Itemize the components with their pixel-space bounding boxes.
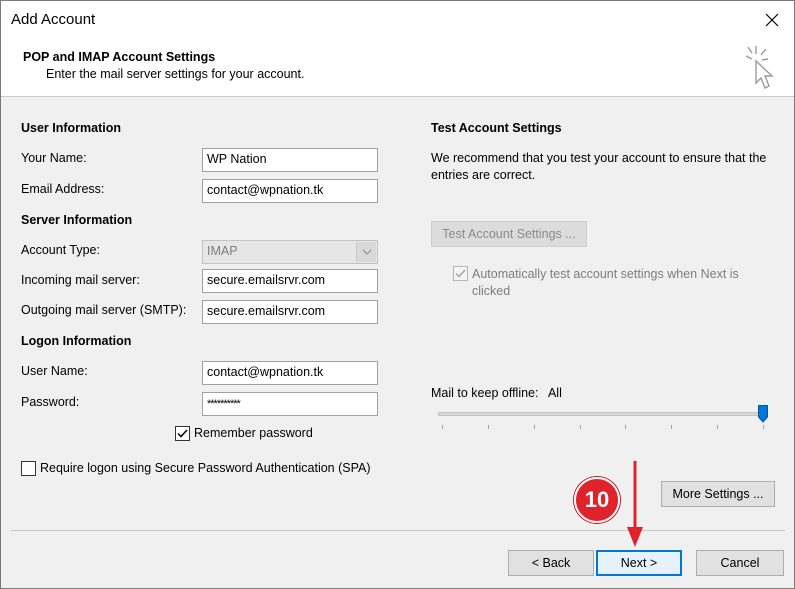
- user-info-heading: User Information: [21, 121, 122, 135]
- outgoing-server-field[interactable]: secure.emailsrvr.com: [202, 300, 378, 324]
- logon-info-heading: Logon Information: [21, 334, 132, 348]
- username-label: User Name:: [21, 364, 88, 378]
- cancel-button[interactable]: Cancel: [696, 550, 784, 576]
- slider-tick: [533, 425, 535, 429]
- account-type-select: IMAP: [202, 240, 378, 264]
- click-cursor-icon: [745, 46, 774, 89]
- test-settings-description: We recommend that you test your account …: [431, 151, 767, 182]
- remember-password-checkbox[interactable]: [175, 426, 190, 441]
- spa-checkbox[interactable]: [21, 461, 36, 476]
- checkmark-icon: [455, 269, 466, 278]
- slider-tick: [717, 425, 719, 429]
- password-field[interactable]: **********: [202, 392, 378, 416]
- username-field[interactable]: contact@wpnation.tk: [202, 361, 378, 385]
- mail-offline-slider-thumb[interactable]: [758, 405, 768, 423]
- incoming-server-field[interactable]: secure.emailsrvr.com: [202, 269, 378, 293]
- mail-offline-label: Mail to keep offline: All: [431, 386, 562, 400]
- email-field[interactable]: contact@wpnation.tk: [202, 179, 378, 203]
- auto-test-label: Automatically test account settings when…: [472, 267, 739, 298]
- account-type-label: Account Type:: [21, 243, 100, 257]
- back-button[interactable]: < Back: [508, 550, 594, 576]
- step-number-badge: 10: [574, 477, 620, 523]
- window-title: Add Account: [11, 11, 96, 28]
- add-account-dialog: Add Account POP and IMAP Account Setting…: [0, 0, 795, 589]
- slider-tick: [579, 425, 581, 429]
- slider-tick: [487, 425, 489, 429]
- account-type-value: IMAP: [207, 244, 238, 258]
- your-name-label: Your Name:: [21, 151, 87, 165]
- password-label: Password:: [21, 395, 80, 409]
- dialog-header: POP and IMAP Account Settings Enter the …: [1, 39, 794, 97]
- spa-label: Require logon using Secure Password Auth…: [40, 461, 371, 475]
- next-button[interactable]: Next >: [596, 550, 682, 576]
- slider-tick: [625, 425, 627, 429]
- remember-password-label: Remember password: [194, 426, 313, 440]
- mail-offline-value: All: [547, 386, 562, 400]
- footer-divider: [11, 530, 785, 531]
- server-info-heading: Server Information: [21, 213, 133, 227]
- incoming-server-label: Incoming mail server:: [21, 273, 140, 287]
- header-title: POP and IMAP Account Settings: [23, 50, 216, 64]
- mail-offline-label-text: Mail to keep offline:: [431, 386, 539, 400]
- more-settings-button[interactable]: More Settings ...: [661, 481, 775, 507]
- test-settings-heading: Test Account Settings: [431, 121, 562, 135]
- slider-tick: [671, 425, 673, 429]
- outgoing-server-label: Outgoing mail server (SMTP):: [21, 303, 187, 317]
- slider-tick: [763, 425, 764, 429]
- test-account-settings-button[interactable]: Test Account Settings ...: [431, 221, 587, 247]
- slider-tick: [442, 425, 443, 429]
- your-name-field[interactable]: WP Nation: [202, 148, 378, 172]
- email-label: Email Address:: [21, 182, 105, 196]
- header-subtitle: Enter the mail server settings for your …: [46, 67, 305, 81]
- mail-offline-slider-track[interactable]: [438, 412, 765, 416]
- close-icon: [765, 13, 779, 27]
- auto-test-checkbox[interactable]: [453, 266, 468, 281]
- red-arrow-icon: [627, 461, 643, 547]
- chevron-down-icon: [356, 242, 376, 262]
- checkmark-icon: [177, 429, 188, 438]
- title-bar: Add Account: [1, 1, 794, 39]
- close-button[interactable]: [758, 7, 786, 33]
